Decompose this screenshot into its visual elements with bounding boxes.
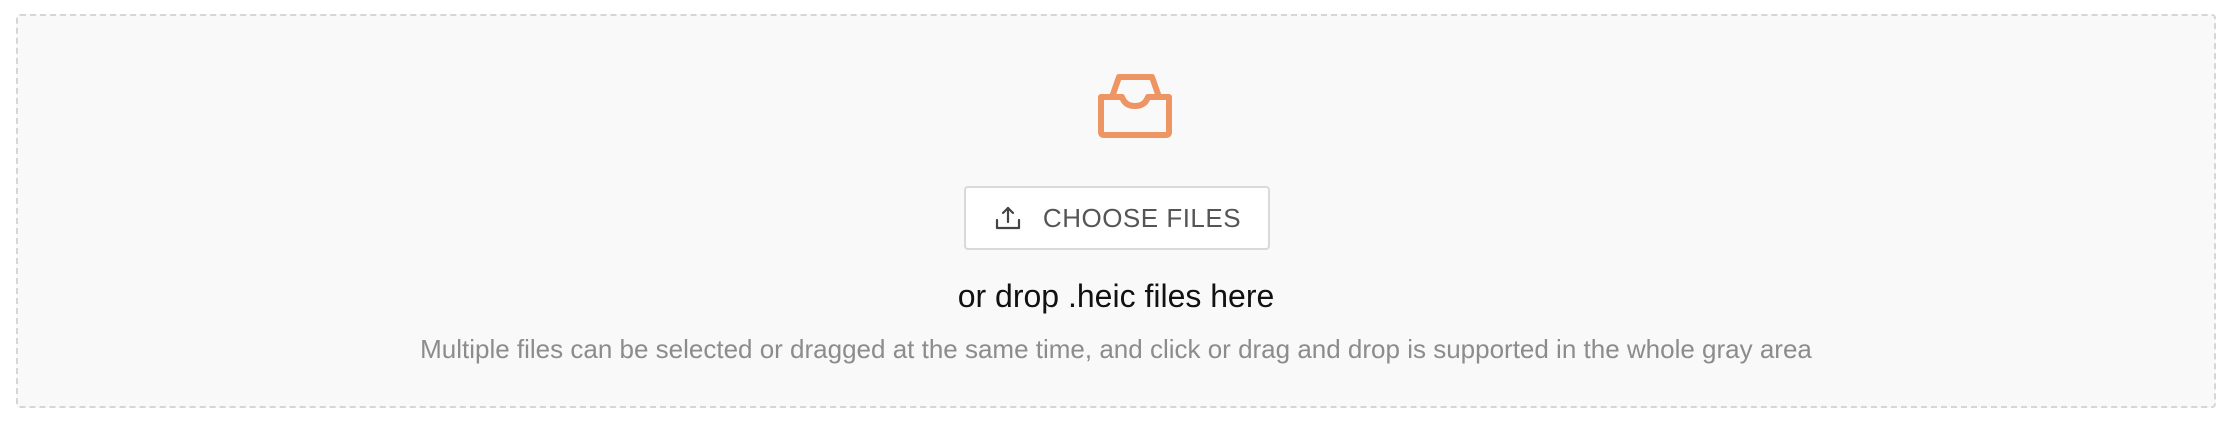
choose-files-label: CHOOSE FILES xyxy=(1042,202,1242,233)
inbox-icon xyxy=(1096,62,1174,152)
choose-files-button[interactable]: CHOOSE FILES xyxy=(964,186,1270,250)
file-drop-area[interactable]: CHOOSE FILES or drop .heic files here Mu… xyxy=(16,14,2216,408)
drop-instruction: or drop .heic files here xyxy=(957,278,1275,314)
drop-hint: Multiple files can be selected or dragge… xyxy=(420,334,1812,364)
upload-icon xyxy=(993,203,1023,233)
